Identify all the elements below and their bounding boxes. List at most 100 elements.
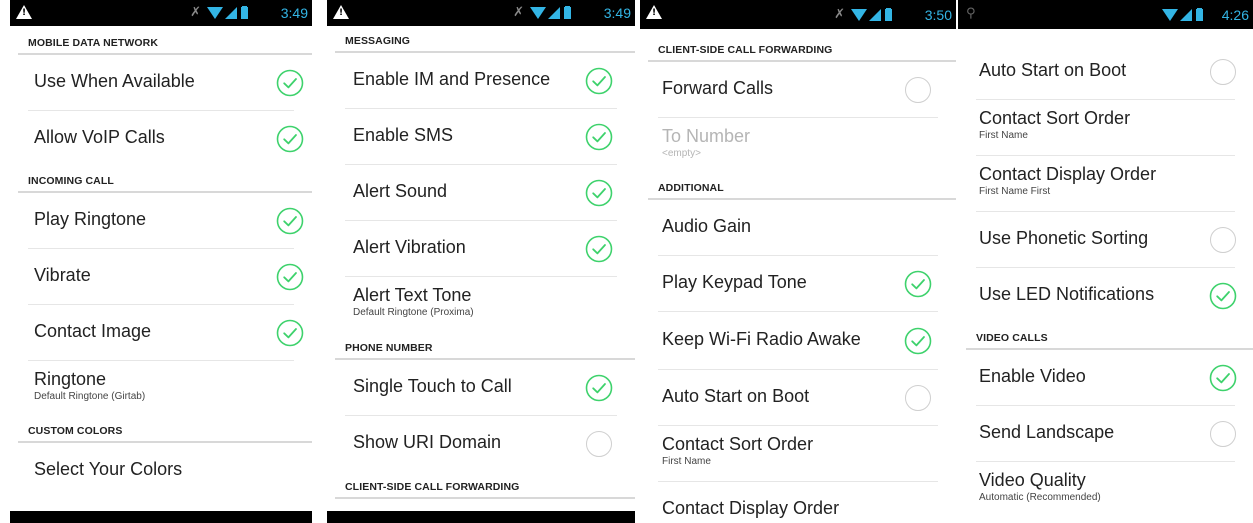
setting-title: Show URI Domain xyxy=(353,432,502,452)
setting-show-uri-domain[interactable]: Show URI Domain xyxy=(327,416,635,472)
setting-title: Enable IM and Presence xyxy=(353,69,551,89)
section-header-label: CLIENT-SIDE CALL FORWARDING xyxy=(658,44,833,56)
section-header-phone-number: PHONE NUMBER xyxy=(327,333,635,360)
setting-contact-sort-order[interactable]: Contact Sort Order First Name xyxy=(640,426,956,482)
signal-icon xyxy=(869,9,881,21)
status-time: 4:26 xyxy=(1221,7,1249,23)
setting-play-keypad-tone[interactable]: Play Keypad Tone xyxy=(640,256,956,312)
setting-title: Vibrate xyxy=(34,265,91,285)
setting-enable-sms[interactable]: Enable SMS xyxy=(327,109,635,165)
setting-title: Use Phonetic Sorting xyxy=(979,228,1149,248)
setting-audio-gain[interactable]: Audio Gain xyxy=(640,200,956,256)
setting-enable-video[interactable]: Enable Video xyxy=(958,350,1253,406)
setting-allow-voip-calls[interactable]: Allow VoIP Calls xyxy=(10,111,312,167)
setting-title: Auto Start on Boot xyxy=(979,60,1127,80)
section-header-label: PHONE NUMBER xyxy=(345,342,433,354)
settings-list: MOBILE DATA NETWORK Use When Available All… xyxy=(10,29,312,499)
checkbox-checked-icon[interactable] xyxy=(903,326,933,356)
setting-title: Use LED Notifications xyxy=(979,284,1155,304)
signal-icon xyxy=(548,7,560,19)
checkbox-checked-icon[interactable] xyxy=(275,318,305,348)
setting-use-led-notifications[interactable]: Use LED Notifications xyxy=(958,268,1253,324)
setting-alert-vibration[interactable]: Alert Vibration xyxy=(327,221,635,277)
setting-forward-calls[interactable]: Forward Calls xyxy=(640,62,956,118)
setting-single-touch-to-call[interactable]: Single Touch to Call xyxy=(327,360,635,416)
settings-list: MESSAGING Enable IM and Presence Enable SM… xyxy=(327,26,635,499)
checkbox-checked-icon[interactable] xyxy=(275,124,305,154)
checkbox-unchecked-icon[interactable] xyxy=(1208,57,1238,87)
section-header-mobile-data-network: MOBILE DATA NETWORK xyxy=(10,29,312,55)
setting-use-when-available[interactable]: Use When Available xyxy=(10,55,312,111)
checkbox-unchecked-icon[interactable] xyxy=(584,429,614,459)
setting-summary: First Name xyxy=(979,130,1028,141)
checkbox-checked-icon[interactable] xyxy=(903,269,933,299)
checkbox-unchecked-icon[interactable] xyxy=(1208,225,1238,255)
mute-icon: ✗ xyxy=(513,5,524,20)
checkbox-checked-icon[interactable] xyxy=(1208,363,1238,393)
settings-screen-4: ⚲ 4:26 Auto Start on Boot Contact Sort Or… xyxy=(958,0,1253,523)
setting-title: Use When Available xyxy=(34,71,195,91)
settings-list: CLIENT-SIDE CALL FORWARDING Forward Calls… xyxy=(640,36,956,523)
setting-title: Allow VoIP Calls xyxy=(34,127,165,147)
checkbox-checked-icon[interactable] xyxy=(584,178,614,208)
section-header-messaging: MESSAGING xyxy=(327,26,635,53)
setting-title: Auto Start on Boot xyxy=(662,386,810,406)
checkbox-checked-icon[interactable] xyxy=(275,262,305,292)
setting-alert-sound[interactable]: Alert Sound xyxy=(327,165,635,221)
section-header-additional: ADDITIONAL xyxy=(640,174,956,200)
setting-title: Contact Sort Order xyxy=(979,108,1131,128)
signal-icon xyxy=(225,7,237,19)
setting-send-landscape[interactable]: Send Landscape xyxy=(958,406,1253,462)
setting-enable-im-and-presence[interactable]: Enable IM and Presence xyxy=(327,53,635,109)
battery-icon xyxy=(241,7,248,19)
checkbox-checked-icon[interactable] xyxy=(584,122,614,152)
setting-play-ringtone[interactable]: Play Ringtone xyxy=(10,193,312,249)
setting-use-phonetic-sorting[interactable]: Use Phonetic Sorting xyxy=(958,212,1253,268)
setting-title: Send Landscape xyxy=(979,422,1115,442)
checkbox-checked-icon[interactable] xyxy=(584,66,614,96)
setting-title: Enable SMS xyxy=(353,125,454,145)
setting-contact-image[interactable]: Contact Image xyxy=(10,305,312,361)
checkbox-unchecked-icon[interactable] xyxy=(903,383,933,413)
setting-contact-display-order[interactable]: Contact Display Order xyxy=(640,482,956,523)
battery-icon xyxy=(564,7,571,19)
usb-debug-icon: ⚲ xyxy=(966,6,976,21)
status-time: 3:49 xyxy=(603,5,631,21)
setting-title: Enable Video xyxy=(979,366,1086,386)
setting-ringtone[interactable]: Ringtone Default Ringtone (Girtab) xyxy=(10,361,312,417)
setting-auto-start-on-boot[interactable]: Auto Start on Boot xyxy=(958,44,1253,100)
setting-summary: Default Ringtone (Proxima) xyxy=(353,307,474,318)
mute-icon: ✗ xyxy=(190,5,201,20)
checkbox-checked-icon[interactable] xyxy=(275,206,305,236)
checkbox-unchecked-icon[interactable] xyxy=(1208,419,1238,449)
setting-summary: Automatic (Recommended) xyxy=(979,492,1101,503)
section-header-label: MOBILE DATA NETWORK xyxy=(28,37,159,49)
status-bar: ✗ 3:50 xyxy=(640,0,956,29)
setting-contact-sort-order[interactable]: Contact Sort Order First Name xyxy=(958,100,1253,156)
section-header-label: ADDITIONAL xyxy=(658,182,724,194)
navigation-bar xyxy=(10,511,312,523)
warning-icon xyxy=(333,5,349,19)
mute-icon: ✗ xyxy=(834,7,845,22)
section-header-custom-colors: CUSTOM COLORS xyxy=(10,417,312,443)
settings-list: Auto Start on Boot Contact Sort Order Firs… xyxy=(958,44,1253,518)
section-header-label: CLIENT-SIDE CALL FORWARDING xyxy=(345,481,520,493)
setting-contact-display-order[interactable]: Contact Display Order First Name First xyxy=(958,156,1253,212)
checkbox-checked-icon[interactable] xyxy=(584,373,614,403)
setting-alert-text-tone[interactable]: Alert Text Tone Default Ringtone (Proxima… xyxy=(327,277,635,333)
checkbox-checked-icon[interactable] xyxy=(1208,281,1238,311)
setting-vibrate[interactable]: Vibrate xyxy=(10,249,312,305)
signal-icon xyxy=(1180,9,1192,21)
setting-video-quality[interactable]: Video Quality Automatic (Recommended) xyxy=(958,462,1253,518)
setting-keep-wi-fi-radio-awake[interactable]: Keep Wi-Fi Radio Awake xyxy=(640,312,956,370)
setting-title: Contact Image xyxy=(34,321,152,341)
checkbox-checked-icon[interactable] xyxy=(584,234,614,264)
setting-title: Contact Display Order xyxy=(662,498,840,518)
checkbox-checked-icon[interactable] xyxy=(275,68,305,98)
checkbox-unchecked-icon[interactable] xyxy=(903,75,933,105)
setting-auto-start-on-boot[interactable]: Auto Start on Boot xyxy=(640,370,956,426)
wifi-icon xyxy=(1162,9,1178,21)
status-time: 3:49 xyxy=(280,5,308,21)
section-header-label: INCOMING CALL xyxy=(28,175,114,187)
setting-select-your-colors[interactable]: Select Your Colors xyxy=(10,443,312,499)
